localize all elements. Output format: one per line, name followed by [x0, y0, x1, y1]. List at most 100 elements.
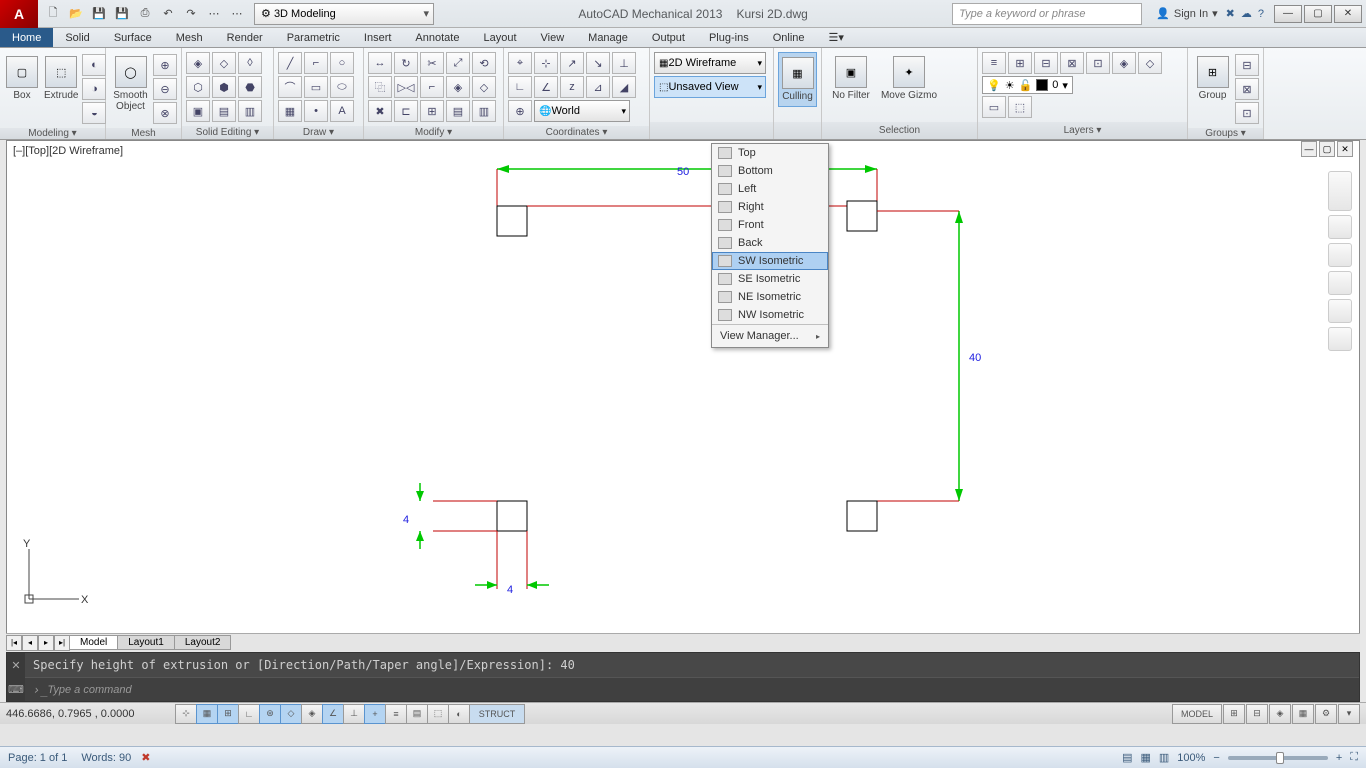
coord-1[interactable]: ⌖	[508, 52, 532, 74]
grp-3[interactable]: ⊡	[1235, 102, 1259, 124]
world-dropdown[interactable]: 🌐 World	[534, 100, 630, 122]
mod-3d[interactable]: ⤢	[446, 52, 470, 74]
group-button[interactable]: ⊞ Group	[1192, 52, 1233, 105]
layer-b4[interactable]: ⊠	[1060, 52, 1084, 74]
exchange-icon[interactable]: ✖	[1226, 7, 1235, 20]
se-4[interactable]: ⬡	[186, 76, 210, 98]
tab-insert[interactable]: Insert	[352, 28, 404, 47]
tab-last[interactable]: ▸|	[54, 635, 70, 651]
workspace-dropdown[interactable]: ⚙ 3D Modeling	[254, 3, 434, 25]
view-nw-iso[interactable]: NW Isometric	[712, 306, 828, 324]
tab-annotate[interactable]: Annotate	[403, 28, 471, 47]
sb-ducs[interactable]: ⊥	[343, 704, 365, 724]
mesh-sm3[interactable]: ⊗	[153, 102, 177, 124]
cmd-handle[interactable]: ✕	[7, 653, 25, 677]
zoom-percent[interactable]: 100%	[1177, 752, 1205, 764]
layer-b1[interactable]: ≡	[982, 52, 1006, 74]
coord-9[interactable]: ⊿	[586, 76, 610, 98]
se-6[interactable]: ⬣	[238, 76, 262, 98]
coord-10[interactable]: ◢	[612, 76, 636, 98]
modeling-sm1[interactable]: ◐	[82, 54, 106, 76]
help-icon[interactable]: ?	[1258, 8, 1264, 20]
draw-line[interactable]: ╱	[278, 52, 302, 74]
mesh-sm2[interactable]: ⊖	[153, 78, 177, 100]
view-sw-iso[interactable]: SW Isometric	[712, 252, 828, 270]
grp-1[interactable]: ⊟	[1235, 54, 1259, 76]
mod-trim[interactable]: ✂	[420, 52, 444, 74]
draw-point[interactable]: •	[304, 100, 328, 122]
sb-r1[interactable]: ⊞	[1223, 704, 1245, 724]
panel-solidedit-label[interactable]: Solid Editing ▾	[182, 126, 273, 139]
gizmo-button[interactable]: ✦ Move Gizmo	[878, 52, 940, 105]
view-read-icon[interactable]: ▦	[1140, 751, 1150, 764]
coord-2[interactable]: ⊹	[534, 52, 558, 74]
coord-5[interactable]: ⊥	[612, 52, 636, 74]
modeling-sm2[interactable]: ◑	[82, 78, 106, 100]
coord-8[interactable]: z	[560, 76, 584, 98]
zoom-thumb[interactable]	[1276, 752, 1284, 764]
panel-modify-label[interactable]: Modify ▾	[364, 126, 503, 139]
signin-button[interactable]: 👤 Sign In ▾	[1156, 7, 1217, 20]
draw-circle[interactable]: ○	[330, 52, 354, 74]
mod-offset[interactable]: ⊏	[394, 100, 418, 122]
se-2[interactable]: ◇	[212, 52, 236, 74]
sb-r6[interactable]: ▾	[1338, 704, 1360, 724]
qat-extra1-icon[interactable]: ⋯	[203, 3, 225, 25]
layer-c2[interactable]: ⬚	[1008, 96, 1032, 118]
panel-draw-label[interactable]: Draw ▾	[274, 126, 363, 139]
cmd-toggle[interactable]: ⌨	[7, 677, 25, 701]
sb-model[interactable]: MODEL	[1172, 704, 1222, 724]
coord-ucs[interactable]: ⊕	[508, 100, 532, 122]
view-top[interactable]: Top	[712, 144, 828, 162]
draw-pline[interactable]: ⌐	[304, 52, 328, 74]
mod-erase[interactable]: ✖	[368, 100, 392, 122]
mod-sp[interactable]: ⟲	[472, 52, 496, 74]
sb-struct[interactable]: STRUCT	[469, 704, 525, 724]
sb-ortho[interactable]: ∟	[238, 704, 260, 724]
view-ne-iso[interactable]: NE Isometric	[712, 288, 828, 306]
box-button[interactable]: ▢ Box	[4, 52, 40, 105]
layer-b6[interactable]: ◈	[1112, 52, 1136, 74]
mod-array[interactable]: ⊞	[420, 100, 444, 122]
tab-mesh[interactable]: Mesh	[164, 28, 215, 47]
mod-a2[interactable]: ◇	[472, 76, 496, 98]
view-left[interactable]: Left	[712, 180, 828, 198]
se-1[interactable]: ◈	[186, 52, 210, 74]
modeling-sm3[interactable]: ◒	[82, 102, 106, 124]
sb-infer[interactable]: ⊹	[175, 704, 197, 724]
panel-mesh-label[interactable]: Mesh	[106, 128, 181, 139]
qat-plot-icon[interactable]: ⎙	[134, 3, 156, 25]
layer-b2[interactable]: ⊞	[1008, 52, 1032, 74]
layer-c1[interactable]: ▭	[982, 96, 1006, 118]
mod-rotate[interactable]: ↻	[394, 52, 418, 74]
nofilter-button[interactable]: ▣ No Filter	[826, 52, 876, 105]
tab-parametric[interactable]: Parametric	[275, 28, 352, 47]
tab-surface[interactable]: Surface	[102, 28, 164, 47]
qat-open-icon[interactable]: 📂	[65, 3, 87, 25]
qat-saveas-icon[interactable]: 💾	[111, 3, 133, 25]
close-button[interactable]: ✕	[1334, 5, 1362, 23]
culling-button[interactable]: ▦ Culling	[778, 52, 817, 107]
view-se-iso[interactable]: SE Isometric	[712, 270, 828, 288]
tab-layout[interactable]: Layout	[471, 28, 528, 47]
coord-6[interactable]: ∟	[508, 76, 532, 98]
tab-view[interactable]: View	[529, 28, 577, 47]
mod-a1[interactable]: ◈	[446, 76, 470, 98]
zoom-in[interactable]: +	[1336, 752, 1342, 764]
zoom-out[interactable]: −	[1213, 752, 1219, 764]
view-back[interactable]: Back	[712, 234, 828, 252]
mesh-sm1[interactable]: ⊕	[153, 54, 177, 76]
coord-7[interactable]: ∠	[534, 76, 558, 98]
maximize-button[interactable]: ▢	[1304, 5, 1332, 23]
view-front[interactable]: Front	[712, 216, 828, 234]
qat-undo-icon[interactable]: ↶	[157, 3, 179, 25]
view-manager[interactable]: View Manager...▸	[712, 324, 828, 347]
draw-text[interactable]: A	[330, 100, 354, 122]
view-print-icon[interactable]: ▤	[1122, 751, 1132, 764]
extrude-button[interactable]: ⬚ Extrude	[42, 52, 80, 105]
fullscreen-icon[interactable]: ⛶	[1350, 751, 1358, 764]
minimize-button[interactable]: —	[1274, 5, 1302, 23]
tab-model[interactable]: Model	[69, 635, 118, 650]
sb-r4[interactable]: ▦	[1292, 704, 1314, 724]
se-8[interactable]: ▤	[212, 100, 236, 122]
